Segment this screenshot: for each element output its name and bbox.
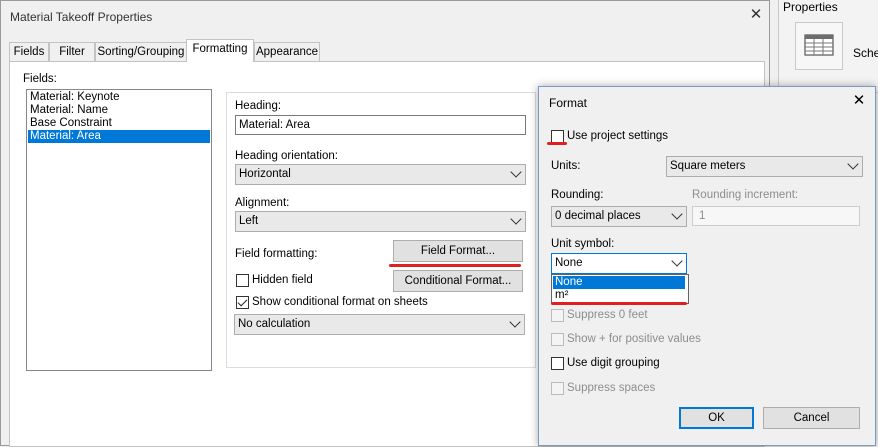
- show-plus-checkbox: [551, 333, 564, 346]
- list-item-selected[interactable]: Material: Area: [28, 130, 210, 143]
- properties-type-name: Sche: [853, 46, 878, 60]
- alignment-select[interactable]: Left: [235, 211, 526, 232]
- chevron-down-icon: [847, 158, 859, 170]
- rounding-increment-label: Rounding increment:: [692, 189, 799, 201]
- units-label: Units:: [551, 160, 581, 172]
- dialog-title: Material Takeoff Properties: [10, 10, 153, 24]
- suppress-zero-checkbox: [551, 309, 564, 322]
- chevron-down-icon: [510, 166, 522, 178]
- field-settings-group: Heading: Material: Area Heading orientat…: [226, 92, 536, 368]
- field-format-button[interactable]: Field Format...: [393, 240, 523, 262]
- annotation-underline: [389, 264, 521, 267]
- rounding-increment-input: 1: [692, 206, 860, 226]
- chevron-down-icon: [671, 208, 683, 220]
- digit-grouping-label: Use digit grouping: [567, 357, 660, 369]
- rounding-select[interactable]: 0 decimal places: [551, 206, 687, 227]
- hidden-field-label: Hidden field: [252, 274, 313, 286]
- list-item[interactable]: Material: Name: [28, 104, 210, 117]
- alignment-value: Left: [239, 215, 259, 227]
- fields-label: Fields:: [23, 73, 57, 85]
- format-dialog-title: Format: [549, 96, 588, 110]
- alignment-label: Alignment:: [235, 197, 290, 209]
- units-value: Square meters: [670, 160, 746, 172]
- unit-symbol-label: Unit symbol:: [551, 238, 615, 250]
- chevron-down-icon: [510, 213, 522, 225]
- heading-label: Heading:: [235, 100, 282, 112]
- fields-listbox[interactable]: Material: Keynote Material: Name Base Co…: [26, 89, 212, 371]
- heading-orientation-label: Heading orientation:: [235, 150, 338, 162]
- chevron-down-icon: [509, 316, 521, 328]
- format-dialog: Format ✕ Use project settings Units: Squ…: [538, 86, 876, 446]
- units-select[interactable]: Square meters: [666, 156, 863, 177]
- list-item[interactable]: Material: Keynote: [28, 91, 210, 104]
- show-conditional-checkbox[interactable]: [236, 296, 249, 309]
- show-conditional-label: Show conditional format on sheets: [252, 296, 428, 308]
- field-formatting-label: Field formatting:: [235, 248, 318, 260]
- format-close-icon[interactable]: ✕: [850, 92, 868, 110]
- heading-orientation-select[interactable]: Horizontal: [235, 164, 526, 185]
- tab-filter[interactable]: Filter: [49, 42, 95, 61]
- show-plus-label: Show + for positive values: [567, 333, 701, 345]
- suppress-spaces-checkbox: [551, 382, 564, 395]
- cancel-button[interactable]: Cancel: [763, 407, 860, 429]
- properties-title: Properties: [783, 0, 838, 14]
- digit-grouping-checkbox[interactable]: [551, 357, 564, 370]
- calculation-value: No calculation: [238, 318, 311, 330]
- tab-appearance[interactable]: Appearance: [254, 42, 320, 61]
- heading-input[interactable]: Material: Area: [235, 115, 526, 135]
- unit-symbol-value: None: [555, 257, 583, 269]
- suppress-spaces-label: Suppress spaces: [567, 382, 656, 394]
- heading-orientation-value: Horizontal: [239, 168, 291, 180]
- list-item[interactable]: Base Constraint: [28, 117, 210, 130]
- unit-symbol-dropdown-list: None m²: [551, 274, 689, 304]
- annotation-underline: [547, 142, 567, 145]
- rounding-label: Rounding:: [551, 189, 604, 201]
- use-project-settings-label: Use project settings: [567, 130, 668, 142]
- ok-button[interactable]: OK: [679, 407, 754, 429]
- tab-formatting[interactable]: Formatting: [186, 39, 254, 62]
- chevron-down-icon: [671, 255, 683, 267]
- conditional-format-button[interactable]: Conditional Format...: [393, 270, 523, 292]
- tab-sorting-grouping[interactable]: Sorting/Grouping: [95, 42, 187, 61]
- unit-symbol-select[interactable]: None: [551, 253, 687, 274]
- dropdown-option-m2[interactable]: m²: [553, 289, 685, 302]
- hidden-field-checkbox[interactable]: [236, 274, 249, 287]
- annotation-underline: [551, 302, 687, 305]
- suppress-zero-label: Suppress 0 feet: [567, 309, 648, 321]
- tab-fields[interactable]: Fields: [9, 42, 49, 61]
- dialog-close-icon[interactable]: ✕: [747, 6, 765, 24]
- schedule-type-icon[interactable]: [795, 22, 843, 70]
- calculation-select[interactable]: No calculation: [234, 314, 525, 335]
- dropdown-option-none[interactable]: None: [553, 276, 685, 289]
- rounding-value: 0 decimal places: [555, 210, 641, 222]
